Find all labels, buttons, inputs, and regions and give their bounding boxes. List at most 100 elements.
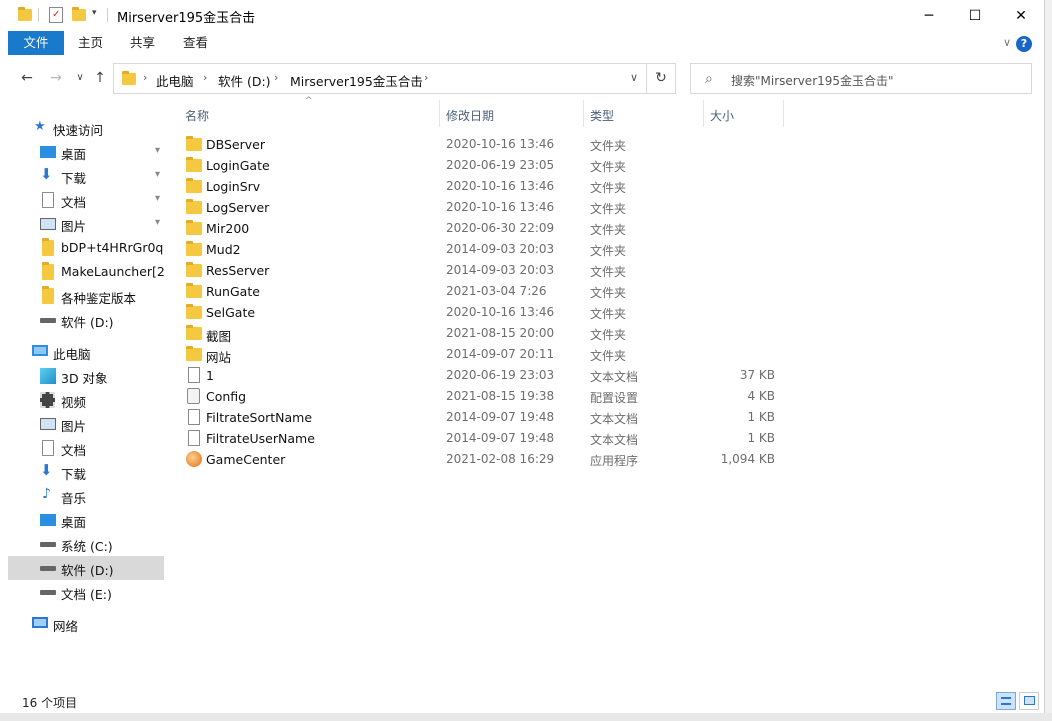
file-date: 2014-09-07 19:48 [446,410,555,424]
column-header-type[interactable]: 类型 [590,107,702,131]
file-name: LoginGate [206,158,270,173]
desktop-icon [40,514,56,526]
column-header-date[interactable]: 修改日期 [446,107,582,131]
sidebar-item-folder-versions[interactable]: 各种鉴定版本 [8,284,164,308]
sidebar-item-documents[interactable]: 文档 [8,436,164,460]
file-row[interactable]: DBServer 2020-10-16 13:46 文件夹 [182,134,782,155]
file-name: 网站 [206,350,232,365]
search-box[interactable]: ⌕ 搜索"Mirserver195金玉合击" [690,63,1032,94]
file-row[interactable]: FiltrateSortName 2014-09-07 19:48 文本文档 1 KB [182,407,782,428]
file-date: 2021-08-15 19:38 [446,389,555,403]
file-row[interactable]: FiltrateUserName 2014-09-07 19:48 文本文档 1 KB [182,428,782,449]
sidebar-item-downloads[interactable]: ⬇ 下载 [8,460,164,484]
sidebar-item-desktop[interactable]: 桌面 [8,508,164,532]
documents-icon [42,440,54,456]
column-divider[interactable] [783,100,784,127]
sidebar-item-downloads-pinned[interactable]: ⬇ 下载 ▾ [8,164,164,188]
column-divider[interactable] [583,100,584,127]
file-row[interactable]: GameCenter 2021-02-08 16:29 应用程序 1,094 KB [182,449,782,470]
sidebar-item-quick-access[interactable]: ★ 快速访问 [8,116,164,140]
up-button[interactable]: ↑ [90,68,110,88]
file-row[interactable]: LoginGate 2020-06-19 23:05 文件夹 [182,155,782,176]
file-row[interactable]: Mir200 2020-06-30 22:09 文件夹 [182,218,782,239]
file-name: 截图 [206,329,232,344]
refresh-button[interactable]: ↻ [646,64,675,93]
sidebar-item-drive-c[interactable]: 系统 (C:) [8,532,164,556]
sidebar-item-drive-e[interactable]: 文档 (E:) [8,580,164,604]
file-date: 2020-10-16 13:46 [446,179,555,193]
file-type: 文件夹 [590,160,627,174]
new-folder-icon[interactable] [72,7,86,21]
column-divider[interactable] [439,100,440,127]
sidebar-item-label: 快速访问 [53,123,104,138]
expand-ribbon-icon[interactable]: ∨ [1003,36,1011,49]
sidebar-item-label: 网络 [53,619,79,634]
tab-file[interactable]: 文件 [8,31,64,55]
back-button[interactable]: ← [17,68,37,88]
sidebar-item-documents-pinned[interactable]: 文档 ▾ [8,188,164,212]
file-row[interactable]: Mud2 2014-09-03 20:03 文件夹 [182,239,782,260]
sidebar-item-drive-d-quick[interactable]: 软件 (D:) [8,308,164,332]
breadcrumb-separator[interactable]: › [274,71,278,84]
search-placeholder: 搜索"Mirserver195金玉合击" [731,74,894,88]
music-icon: ♪ [42,486,51,502]
sidebar-item-this-pc[interactable]: 此电脑 [8,340,164,364]
address-folder-icon [122,71,136,85]
file-date: 2014-09-07 20:11 [446,347,555,361]
forward-button[interactable]: → [46,68,66,88]
folder-icon [186,283,202,298]
breadcrumb-current-folder[interactable]: Mirserver195金玉合击 [290,71,423,90]
column-header-name[interactable]: 名称 [185,107,437,131]
minimize-button[interactable]: ─ [906,0,952,31]
folder-icon [186,346,202,361]
address-dropdown-icon[interactable]: ∨ [630,71,638,84]
title-separator [107,8,108,22]
folder-icon [186,262,202,277]
sidebar-item-desktop-pinned[interactable]: 桌面 ▾ [8,140,164,164]
sidebar-item-drive-d[interactable]: 软件 (D:) [8,556,164,580]
breadcrumb-separator[interactable]: › [203,71,207,84]
sidebar-item-pictures[interactable]: 图片 [8,412,164,436]
sidebar-item-music[interactable]: ♪ 音乐 [8,484,164,508]
sidebar-item-pictures-pinned[interactable]: 图片 ▾ [8,212,164,236]
file-size: 37 KB [739,368,775,382]
folder-icon [186,178,202,193]
breadcrumb-this-pc[interactable]: 此电脑 [156,71,194,90]
file-row[interactable]: LoginSrv 2020-10-16 13:46 文件夹 [182,176,782,197]
properties-icon[interactable]: ✓ [49,7,63,23]
file-row[interactable]: 网站 2014-09-07 20:11 文件夹 [182,344,782,365]
documents-icon [42,192,54,208]
file-name: Config [206,389,247,404]
file-size: 1 KB [747,431,775,445]
breadcrumb-drive-d[interactable]: 软件 (D:) [218,71,271,90]
help-icon[interactable]: ? [1016,36,1032,52]
column-divider[interactable] [703,100,704,127]
tab-view[interactable]: 查看 [173,31,218,55]
file-row[interactable]: RunGate 2021-03-04 7:26 文件夹 [182,281,782,302]
file-date: 2021-03-04 7:26 [446,284,547,298]
address-bar[interactable]: › 此电脑 › 软件 (D:) › Mirserver195金玉合击 › ∨ ↻ [113,63,676,94]
file-row[interactable]: 1 2020-06-19 23:03 文本文档 37 KB [182,365,782,386]
file-row[interactable]: Config 2021-08-15 19:38 配置设置 4 KB [182,386,782,407]
customize-quick-access-icon[interactable]: ▾ [92,8,97,26]
sidebar-item-videos[interactable]: 视频 [8,388,164,412]
file-row[interactable]: SelGate 2020-10-16 13:46 文件夹 [182,302,782,323]
sidebar-item-folder-bdp[interactable]: bDP+t4HRrGr0qq [8,236,164,260]
file-row[interactable]: 截图 2021-08-15 20:00 文件夹 [182,323,782,344]
recent-locations-button[interactable]: ∨ [70,68,90,88]
file-row[interactable]: LogServer 2020-10-16 13:46 文件夹 [182,197,782,218]
large-icons-view-button[interactable] [1019,692,1039,710]
tab-home[interactable]: 主页 [68,31,113,55]
file-row[interactable]: ResServer 2014-09-03 20:03 文件夹 [182,260,782,281]
breadcrumb-separator[interactable]: › [143,71,147,84]
breadcrumb-separator[interactable]: › [424,71,428,84]
file-date: 2014-09-03 20:03 [446,263,555,277]
column-header-size[interactable]: 大小 [710,107,782,131]
sidebar-item-folder-makelauncher[interactable]: MakeLauncher[21 [8,260,164,284]
details-view-button[interactable] [996,692,1016,710]
maximize-button[interactable]: ☐ [952,0,998,31]
sidebar-item-3d-objects[interactable]: 3D 对象 [8,364,164,388]
sidebar-item-network[interactable]: 网络 [8,612,164,636]
close-button[interactable]: ✕ [998,0,1044,31]
tab-share[interactable]: 共享 [120,31,165,55]
